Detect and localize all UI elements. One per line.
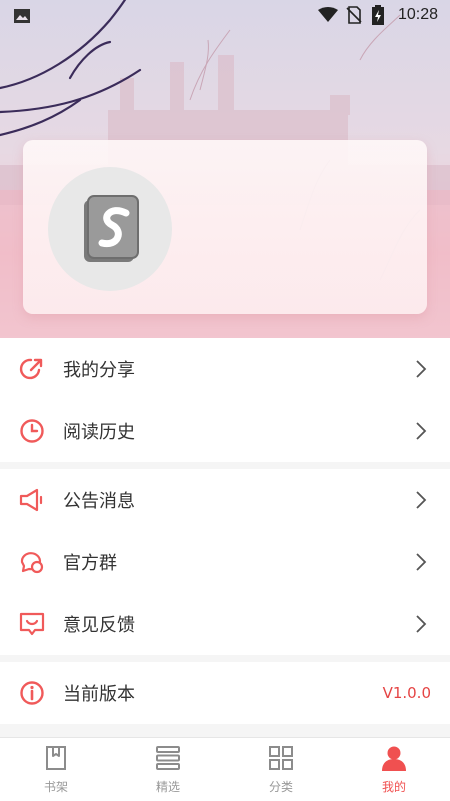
tab-featured[interactable]: 精选 bbox=[112, 738, 224, 801]
stack-icon bbox=[156, 746, 180, 770]
clock-icon bbox=[20, 419, 44, 443]
tab-label: 精选 bbox=[155, 780, 180, 794]
chevron-right-icon bbox=[416, 360, 427, 378]
status-bar: 10:28 bbox=[0, 0, 450, 32]
menu-item-label: 当前版本 bbox=[63, 684, 135, 705]
menu-item-official-group[interactable]: 官方群 bbox=[0, 531, 450, 593]
share-icon bbox=[19, 358, 43, 380]
menu-item-label: 阅读历史 bbox=[63, 422, 135, 443]
menu-group-2: 公告消息 官方群 意见反馈 bbox=[0, 469, 450, 655]
tab-categories[interactable]: 分类 bbox=[225, 738, 337, 801]
menu-item-current-version[interactable]: 当前版本 V1.0.0 bbox=[0, 662, 450, 724]
feedback-icon bbox=[19, 612, 45, 636]
chevron-right-icon bbox=[416, 422, 427, 440]
chevron-right-icon bbox=[416, 553, 427, 571]
megaphone-icon bbox=[19, 488, 43, 512]
battery-charging-icon bbox=[372, 5, 384, 25]
wifi-icon bbox=[318, 7, 338, 22]
no-sim-icon bbox=[346, 6, 362, 24]
status-time: 10:28 bbox=[397, 6, 438, 23]
menu-item-my-share[interactable]: 我的分享 bbox=[0, 338, 450, 400]
person-icon bbox=[382, 746, 406, 771]
menu-group-3: 当前版本 V1.0.0 bbox=[0, 662, 450, 724]
tab-mine[interactable]: 我的 bbox=[338, 738, 450, 801]
grid-icon bbox=[269, 746, 293, 770]
menu-group-1: 我的分享 阅读历史 bbox=[0, 338, 450, 462]
menu-item-label: 我的分享 bbox=[63, 360, 135, 381]
profile-card[interactable] bbox=[23, 140, 427, 314]
version-value: V1.0.0 bbox=[382, 684, 431, 702]
tab-label: 我的 bbox=[381, 780, 406, 794]
tab-bookshelf[interactable]: 书架 bbox=[0, 738, 112, 801]
menu-item-feedback[interactable]: 意见反馈 bbox=[0, 593, 450, 655]
chevron-right-icon bbox=[416, 491, 427, 509]
menu-item-label: 意见反馈 bbox=[63, 615, 135, 636]
menu-item-reading-history[interactable]: 阅读历史 bbox=[0, 400, 450, 462]
tab-label: 书架 bbox=[43, 780, 68, 794]
app-logo-icon bbox=[84, 195, 139, 262]
menu-item-label: 官方群 bbox=[63, 553, 117, 574]
chevron-right-icon bbox=[416, 615, 427, 633]
header-illustration: 10:28 bbox=[0, 0, 450, 338]
bottom-tab-bar: 书架 精选 分类 我的 bbox=[0, 737, 450, 801]
tab-label: 分类 bbox=[268, 780, 293, 794]
image-notification-icon bbox=[14, 9, 30, 23]
chat-bubbles-icon bbox=[20, 552, 44, 574]
menu-item-announcements[interactable]: 公告消息 bbox=[0, 469, 450, 531]
avatar[interactable] bbox=[48, 167, 172, 291]
bookshelf-icon bbox=[46, 746, 66, 770]
info-icon bbox=[20, 681, 44, 705]
menu-item-label: 公告消息 bbox=[63, 491, 135, 512]
